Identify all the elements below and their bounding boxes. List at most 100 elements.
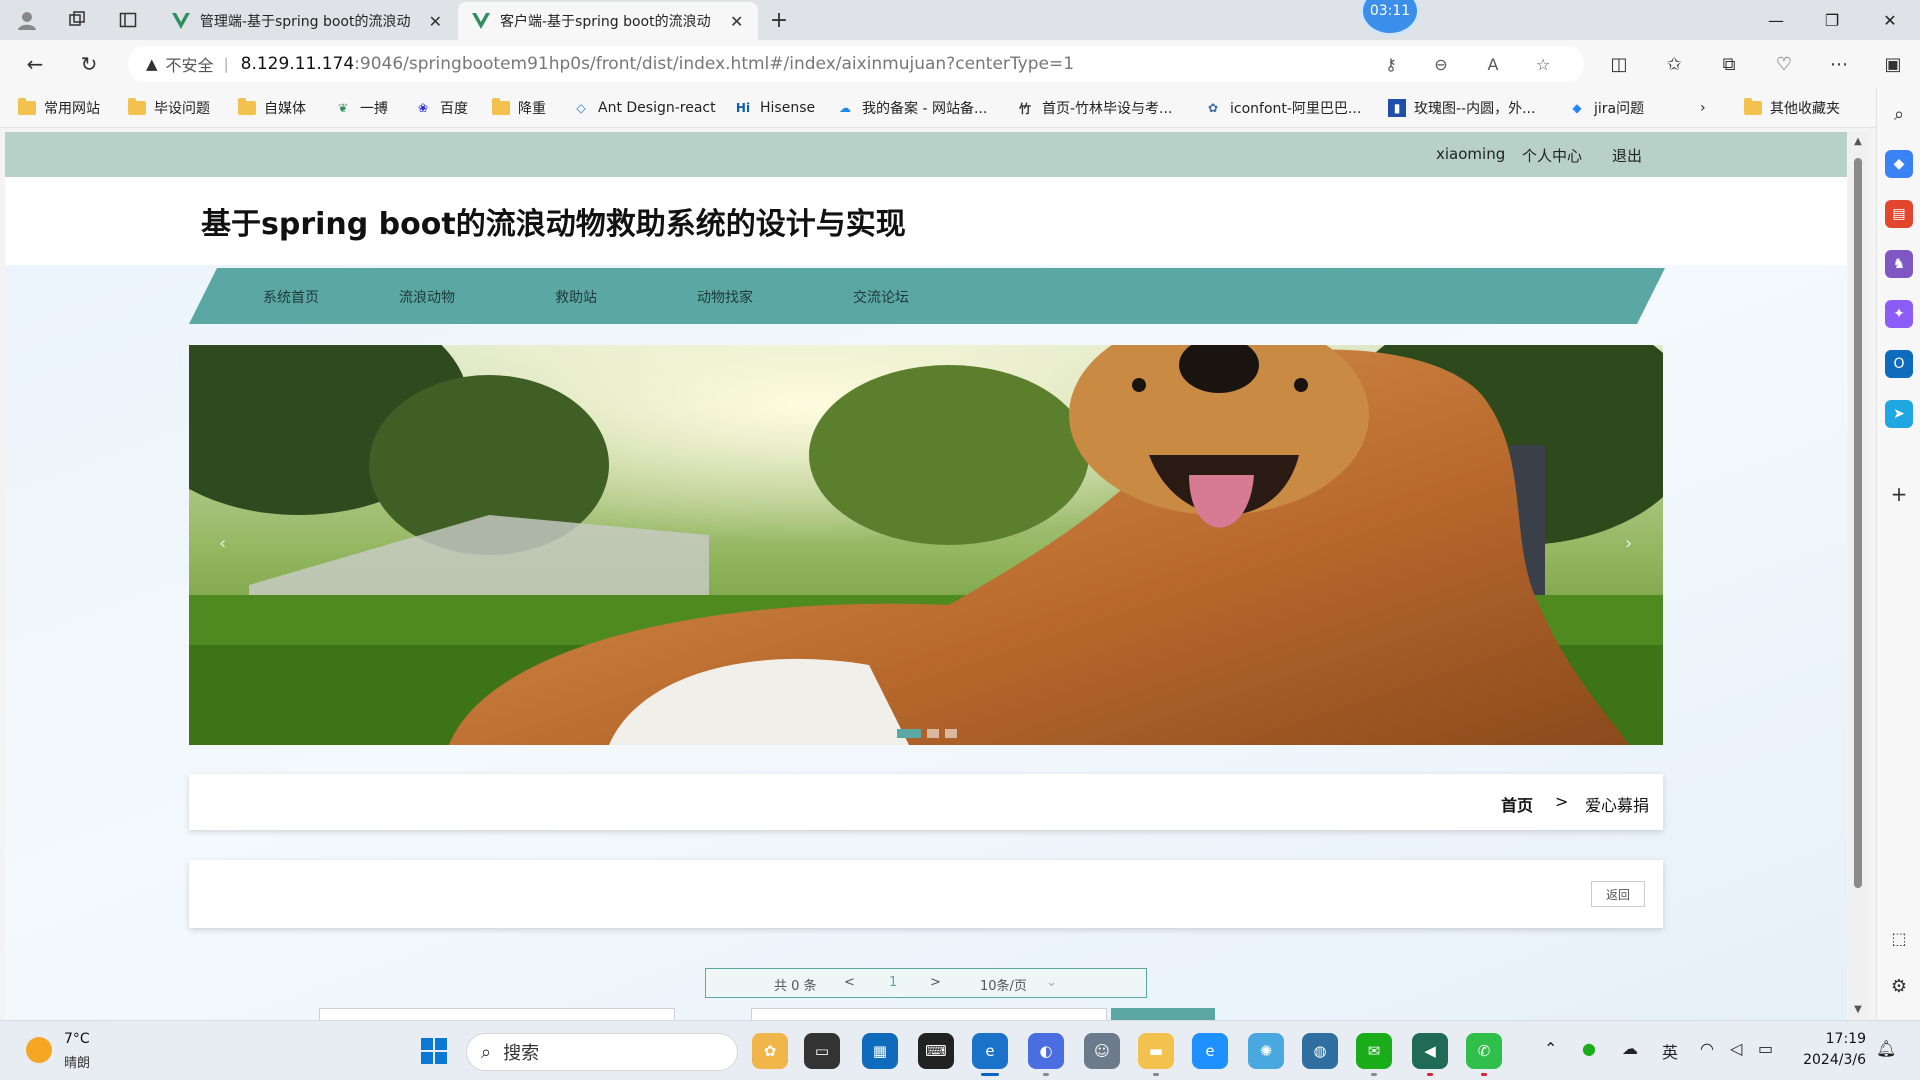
bookmark-link[interactable]: ◇ Ant Design-react <box>572 96 715 120</box>
bookmark-link[interactable]: ☁ 我的备案 - 网站备... <box>836 96 987 120</box>
tools-icon[interactable]: ▤ <box>1885 200 1913 228</box>
menu-item-home[interactable]: 系统首页 <box>263 287 319 307</box>
carousel-dot[interactable] <box>927 729 939 738</box>
restore-button[interactable]: ❐ <box>1812 6 1852 34</box>
pagination-next-button[interactable]: > <box>930 975 941 990</box>
bookmark-link[interactable]: ❦ 一搏 <box>334 96 388 120</box>
volume-icon[interactable]: ◁ <box>1730 1039 1742 1058</box>
search-input-box[interactable] <box>319 1008 675 1020</box>
ie-browser-icon[interactable]: e <box>1192 1033 1228 1069</box>
menu-item-forum[interactable]: 交流论坛 <box>853 287 909 307</box>
wifi-icon[interactable]: ◠ <box>1700 1039 1714 1058</box>
search-icon[interactable]: ⌕ <box>1885 100 1913 128</box>
edge-browser-icon[interactable]: e <box>972 1033 1008 1069</box>
favorite-star-icon[interactable]: ☆ <box>1528 52 1558 76</box>
games-icon[interactable]: ♞ <box>1885 250 1913 278</box>
refresh-icon[interactable]: ↻ <box>72 48 106 80</box>
back-button[interactable]: 返回 <box>1591 881 1645 907</box>
ime-indicator[interactable]: 英 <box>1662 1039 1678 1063</box>
vscode-icon[interactable]: ◀ <box>1412 1033 1448 1069</box>
minimize-button[interactable]: — <box>1756 6 1796 34</box>
bookmarks-overflow-icon[interactable]: › <box>1700 96 1706 120</box>
weather-temperature[interactable]: 7°C <box>64 1031 90 1047</box>
copilot-app-icon[interactable]: ✿ <box>752 1033 788 1069</box>
weather-sun-icon[interactable] <box>26 1037 52 1063</box>
copilot-icon[interactable]: ✦ <box>1885 300 1913 328</box>
user-app-icon[interactable]: ☺ <box>1084 1033 1120 1069</box>
outlook-icon[interactable]: O <box>1885 350 1913 378</box>
split-screen-icon[interactable]: ◫ <box>1602 48 1636 80</box>
search-button[interactable] <box>1111 1008 1215 1020</box>
bookmark-link[interactable]: 竹首页-竹林毕设与考... <box>1016 96 1172 120</box>
settings-gear-icon[interactable]: ⚙ <box>1885 972 1913 1000</box>
close-icon[interactable]: ✕ <box>429 12 442 31</box>
menu-item-rescue-station[interactable]: 救助站 <box>555 287 597 307</box>
terminal-icon[interactable]: ⌨ <box>918 1033 954 1069</box>
more-menu-icon[interactable]: ⋯ <box>1822 48 1856 80</box>
scroll-up-icon[interactable]: ▲ <box>1852 136 1864 148</box>
bookmark-link[interactable]: Hi Hisense <box>734 96 815 120</box>
weather-description[interactable]: 晴朗 <box>64 1052 90 1071</box>
task-view-icon[interactable]: ▭ <box>804 1033 840 1069</box>
logout-link[interactable]: 退出 <box>1612 145 1642 166</box>
bookmark-link[interactable]: ❀ 百度 <box>414 96 468 120</box>
favorites-icon[interactable]: ✩ <box>1657 48 1691 80</box>
username-link[interactable]: xiaoming <box>1436 145 1505 163</box>
tab-actions-icon[interactable] <box>113 6 143 34</box>
add-icon[interactable]: + <box>1885 480 1913 508</box>
notification-bell-icon[interactable]: 🔔︎ <box>1876 1039 1896 1058</box>
file-explorer-icon[interactable]: ▬ <box>1138 1033 1174 1069</box>
profile-icon[interactable] <box>12 6 42 34</box>
chatgpt-icon[interactable]: ✺ <box>1248 1033 1284 1069</box>
browser-essentials-icon[interactable]: ♡ <box>1767 48 1801 80</box>
carousel-next-button[interactable]: › <box>1625 533 1632 554</box>
wechat-tray-icon[interactable]: ● <box>1582 1039 1596 1058</box>
menu-item-stray-animals[interactable]: 流浪动物 <box>399 287 455 307</box>
bookmark-folder[interactable]: 常用网站 <box>18 96 100 120</box>
app-icon[interactable]: ◐ <box>1028 1033 1064 1069</box>
menu-item-adoption[interactable]: 动物找家 <box>697 287 753 307</box>
bookmark-link[interactable]: ▮ 玫瑰图--内圆，外... <box>1388 96 1535 120</box>
onedrive-icon[interactable]: ☁ <box>1622 1039 1638 1058</box>
shopping-app-icon[interactable]: ✉ <box>1356 1033 1392 1069</box>
scrollbar-thumb[interactable] <box>1854 158 1862 888</box>
filter-input-box[interactable] <box>751 1008 1107 1020</box>
zoom-icon[interactable]: ⊖ <box>1426 52 1456 76</box>
globe-app-icon[interactable]: ◍ <box>1302 1033 1338 1069</box>
tab-client[interactable]: 客户端-基于spring boot的流浪动 ✕ <box>458 2 758 40</box>
bookmark-folder[interactable]: 自媒体 <box>238 96 306 120</box>
carousel-dot[interactable] <box>945 729 957 738</box>
bookmark-link[interactable]: ◆ jira问题 <box>1568 96 1644 120</box>
taskbar-search[interactable]: ⌕ 搜索 <box>466 1033 738 1071</box>
send-icon[interactable]: ➤ <box>1885 400 1913 428</box>
store-icon[interactable]: ▦ <box>862 1033 898 1069</box>
clock-date[interactable]: 2024/3/6 <box>1784 1052 1866 1068</box>
tray-overflow-icon[interactable]: ⌃ <box>1544 1039 1557 1058</box>
sidebar-toggle-icon[interactable]: ▣ <box>1876 48 1910 80</box>
key-icon[interactable]: ⚷ <box>1376 52 1406 76</box>
bookmark-folder[interactable]: 降重 <box>492 96 546 120</box>
bookmark-folder[interactable]: 毕设问题 <box>128 96 210 120</box>
wechat-icon[interactable]: ✆ <box>1466 1033 1502 1069</box>
new-tab-button[interactable]: + <box>764 6 794 34</box>
carousel-dot[interactable] <box>897 729 921 738</box>
shopping-tag-icon[interactable]: ◆ <box>1885 150 1913 178</box>
page-size-select[interactable]: 10条/页 <box>980 975 1027 994</box>
read-aloud-icon[interactable]: A <box>1478 52 1508 76</box>
address-bar[interactable]: ▲ 不安全 | 8.129.11.174 :9046/springbootem9… <box>128 46 1584 82</box>
bookmark-folder[interactable]: 其他收藏夹 <box>1744 96 1840 120</box>
battery-icon[interactable]: ▭ <box>1758 1039 1773 1058</box>
tab-admin[interactable]: 管理端-基于spring boot的流浪动 ✕ <box>158 2 456 40</box>
page-scrollbar[interactable]: ▲ ▼ <box>1848 132 1868 1020</box>
pagination-page[interactable]: 1 <box>889 975 897 990</box>
collections-icon[interactable]: ⧉ <box>1712 48 1746 80</box>
close-window-button[interactable]: ✕ <box>1870 6 1910 34</box>
bookmark-link[interactable]: ✿ iconfont-阿里巴巴... <box>1204 96 1361 120</box>
start-windows-icon[interactable] <box>416 1033 452 1069</box>
clock-time[interactable]: 17:19 <box>1818 1031 1866 1047</box>
screenshot-icon[interactable]: ⬚ <box>1885 924 1913 952</box>
back-arrow-icon[interactable]: ← <box>18 48 52 80</box>
breadcrumb-home[interactable]: 首页 <box>1501 792 1533 816</box>
workspaces-icon[interactable] <box>62 6 92 34</box>
close-icon[interactable]: ✕ <box>730 12 743 31</box>
